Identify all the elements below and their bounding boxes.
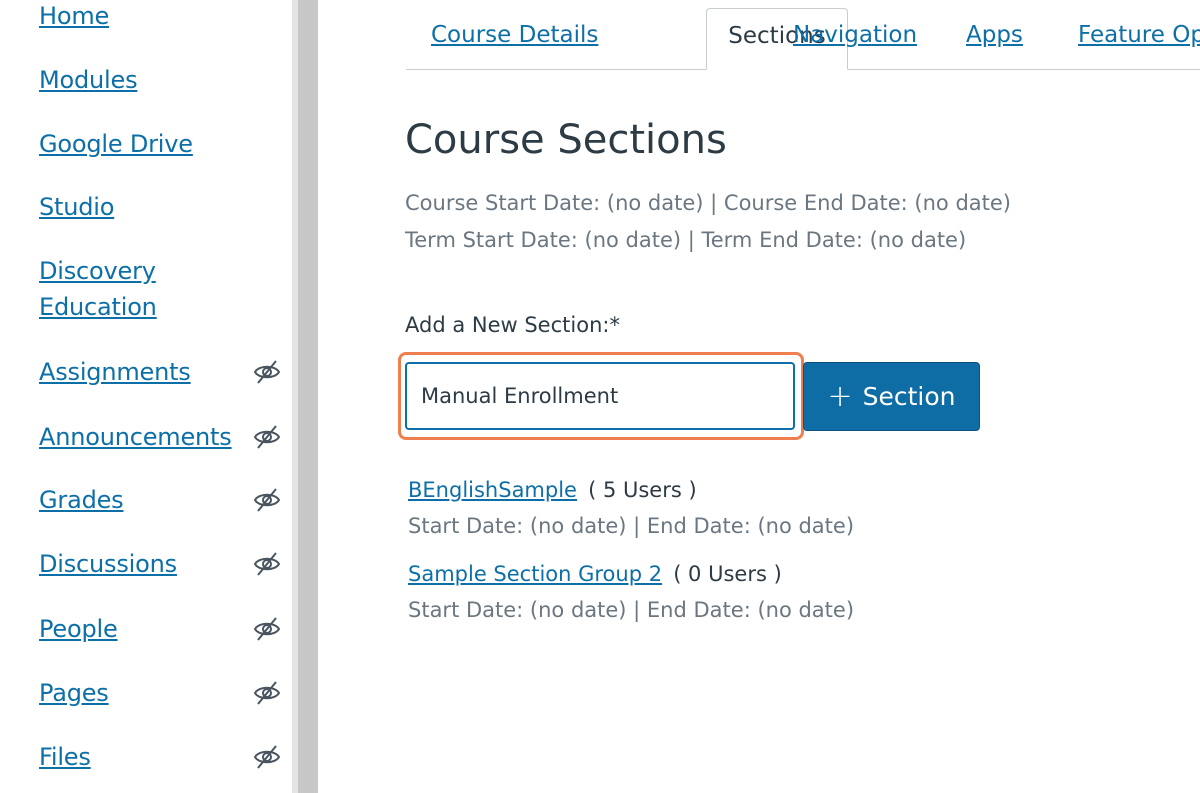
sidebar-item-label[interactable]: Discovery Education bbox=[39, 253, 239, 325]
section-link[interactable]: BEnglishSample bbox=[408, 478, 577, 502]
term-dates: Term Start Date: (no date) | Term End Da… bbox=[405, 228, 967, 252]
section-dates: Start Date: (no date) | End Date: (no da… bbox=[408, 514, 855, 538]
sidebar-item-grades[interactable]: Grades bbox=[39, 482, 289, 518]
add-section-label: Add a New Section:* bbox=[405, 313, 620, 337]
sidebar-item-studio[interactable]: Studio bbox=[39, 189, 289, 225]
eye-slash-icon bbox=[253, 425, 281, 449]
sidebar-divider-edge bbox=[292, 0, 298, 793]
sidebar-item-google-drive[interactable]: Google Drive bbox=[39, 126, 289, 162]
section-user-count: ( 0 Users ) bbox=[673, 562, 782, 586]
sidebar-item-label[interactable]: Grades bbox=[39, 486, 124, 514]
sidebar-item-files[interactable]: Files bbox=[39, 739, 289, 775]
tab-feature-options[interactable]: Feature Op bbox=[1078, 22, 1200, 48]
eye-slash-icon bbox=[253, 745, 281, 769]
course-dates: Course Start Date: (no date) | Course En… bbox=[405, 191, 1011, 215]
sidebar-item-modules[interactable]: Modules bbox=[39, 62, 289, 98]
section-user-count: ( 5 Users ) bbox=[588, 478, 697, 502]
app-window: Home Modules Google Drive Studio Discove… bbox=[0, 0, 1200, 793]
eye-slash-icon bbox=[253, 488, 281, 512]
sidebar-item-label[interactable]: Studio bbox=[39, 193, 114, 221]
sidebar-item-label[interactable]: Files bbox=[39, 743, 91, 771]
section-link[interactable]: Sample Section Group 2 bbox=[408, 562, 662, 586]
section-name-input[interactable] bbox=[405, 362, 795, 430]
eye-slash-icon bbox=[253, 617, 281, 641]
page-title: Course Sections bbox=[405, 117, 727, 163]
sidebar-item-discovery-education[interactable]: Discovery Education bbox=[39, 253, 289, 325]
sidebar-item-label[interactable]: Pages bbox=[39, 679, 109, 707]
list-item: Sample Section Group 2 ( 0 Users ) Start… bbox=[408, 562, 1188, 622]
sidebar-item-label[interactable]: Modules bbox=[39, 66, 138, 94]
section-dates: Start Date: (no date) | End Date: (no da… bbox=[408, 598, 855, 622]
sidebar-item-assignments[interactable]: Assignments bbox=[39, 354, 289, 390]
course-navigation: Home Modules Google Drive Studio Discove… bbox=[0, 0, 292, 793]
eye-slash-icon bbox=[253, 681, 281, 705]
sidebar-item-label[interactable]: Assignments bbox=[39, 358, 191, 386]
plus-icon: + bbox=[827, 378, 853, 414]
sidebar-item-label[interactable]: Announcements bbox=[39, 423, 232, 451]
sidebar-item-label[interactable]: Google Drive bbox=[39, 130, 193, 158]
tab-apps[interactable]: Apps bbox=[966, 22, 1023, 48]
sidebar-item-label[interactable]: Discussions bbox=[39, 550, 177, 578]
eye-slash-icon bbox=[253, 552, 281, 576]
sidebar-item-label[interactable]: Home bbox=[39, 2, 109, 30]
sidebar-item-pages[interactable]: Pages bbox=[39, 675, 289, 711]
sidebar-item-people[interactable]: People bbox=[39, 611, 289, 647]
settings-tabs: Course Details Sections Navigation Apps … bbox=[406, 0, 1200, 70]
list-item: BEnglishSample ( 5 Users ) Start Date: (… bbox=[408, 478, 1188, 538]
add-section-button-label: Section bbox=[862, 382, 956, 411]
course-settings-main: Course Details Sections Navigation Apps … bbox=[318, 0, 1200, 793]
sidebar-item-home[interactable]: Home bbox=[39, 0, 289, 34]
tab-course-details[interactable]: Course Details bbox=[431, 22, 598, 48]
sidebar-item-discussions[interactable]: Discussions bbox=[39, 546, 289, 582]
tab-navigation[interactable]: Navigation bbox=[793, 22, 917, 48]
sidebar-item-label[interactable]: People bbox=[39, 615, 118, 643]
eye-slash-icon bbox=[253, 360, 281, 384]
add-section-button[interactable]: + Section bbox=[803, 362, 980, 431]
sidebar-item-announcements[interactable]: Announcements bbox=[39, 419, 289, 455]
